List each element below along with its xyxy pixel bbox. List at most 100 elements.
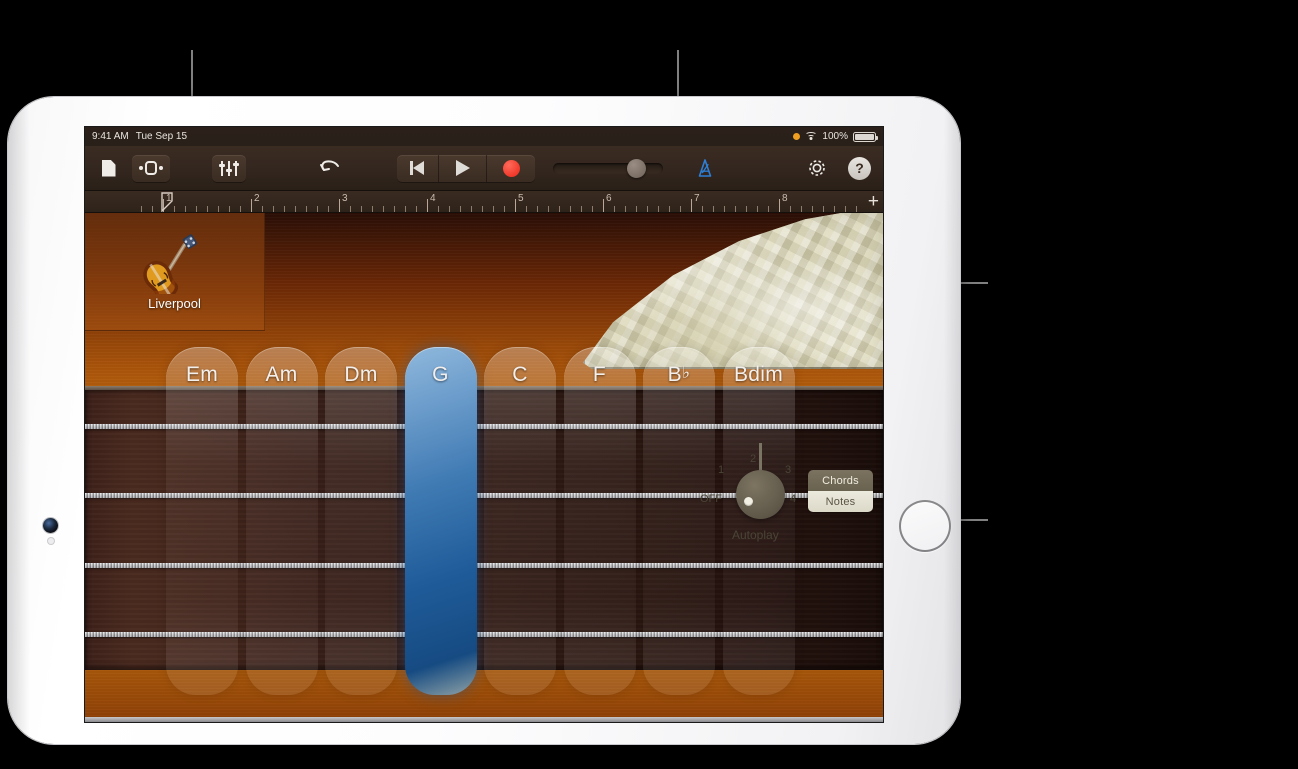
wifi-icon: [805, 132, 818, 141]
chord-strip-bb[interactable]: B♭: [643, 347, 715, 695]
autoplay-position-off[interactable]: OFF: [700, 493, 722, 505]
ruler-subdivision-tick: [317, 206, 318, 212]
question-mark-icon: ?: [855, 160, 864, 176]
ruler-subdivision-tick: [460, 206, 461, 212]
ruler-subdivision-tick: [504, 206, 505, 212]
ruler-subdivision-tick: [372, 206, 373, 212]
mixer-button[interactable]: [212, 154, 246, 182]
ruler-subdivision-tick: [526, 206, 527, 212]
ruler-subdivision-tick: [570, 206, 571, 212]
ruler-subdivision-tick: [680, 206, 681, 212]
status-bar: 9:41 AM Tue Sep 15 100%: [85, 127, 883, 146]
ruler-subdivision-tick: [471, 206, 472, 212]
ipad-screen: 9:41 AM Tue Sep 15 100% ? 1 2 3 4 5 6 7 …: [85, 127, 883, 722]
ruler-subdivision-tick: [614, 206, 615, 212]
ruler-bar-number: 7: [694, 193, 700, 204]
document-icon: [101, 159, 116, 177]
ruler-subdivision-tick: [449, 206, 450, 212]
ruler-subdivision-tick: [262, 206, 263, 212]
autoplay-position-1[interactable]: 1: [718, 464, 724, 476]
toggle-option-notes[interactable]: Notes: [808, 491, 873, 512]
undo-button[interactable]: [314, 155, 345, 182]
ruler-subdivision-tick: [647, 206, 648, 212]
ruler-bar-number: 5: [518, 193, 524, 204]
ruler-subdivision-tick: [383, 206, 384, 212]
chord-strip-c[interactable]: C: [484, 347, 556, 695]
touch-instrument-area: Em Am Dm G C F B♭ Bdim Liverpool OFF 1 2…: [85, 213, 883, 722]
autoplay-knob-stem: [759, 443, 762, 473]
volume-slider-thumb[interactable]: [627, 158, 646, 178]
ruler-subdivision-tick: [328, 206, 329, 212]
timeline-ruler[interactable]: 12345678 +: [85, 191, 883, 213]
status-bar-date: Tue Sep 15: [135, 131, 188, 142]
status-bar-time: 9:41 AM: [92, 131, 129, 142]
ruler-subdivision-tick: [229, 206, 230, 212]
ambient-light-sensor-icon: [48, 538, 54, 544]
rewind-button[interactable]: [397, 154, 439, 182]
ruler-subdivision-tick: [559, 206, 560, 212]
ruler-bar-number: 8: [782, 193, 788, 204]
master-volume-slider[interactable]: [553, 158, 663, 178]
ruler-bar-tick: [339, 199, 340, 212]
ruler-subdivision-tick: [724, 206, 725, 212]
ruler-subdivision-tick: [581, 206, 582, 212]
gear-icon: [807, 158, 827, 178]
ruler-subdivision-tick: [482, 206, 483, 212]
help-button[interactable]: ?: [848, 156, 871, 180]
playhead-marker[interactable]: [161, 192, 173, 212]
metronome-button[interactable]: [689, 155, 720, 182]
ruler-bar-tick: [691, 199, 692, 212]
chord-strip-f[interactable]: F: [563, 347, 636, 695]
play-button[interactable]: [439, 154, 487, 182]
ruler-subdivision-tick: [207, 206, 208, 212]
ruler-subdivision-tick: [702, 206, 703, 212]
battery-percent-label: 100%: [822, 131, 848, 142]
ruler-subdivision-tick: [438, 206, 439, 212]
chord-strip-label: F: [592, 363, 607, 386]
chord-strip-dm[interactable]: Dm: [325, 347, 397, 695]
ruler-subdivision-tick: [845, 206, 846, 212]
ruler-subdivision-tick: [768, 206, 769, 212]
ruler-bar-number: 6: [606, 193, 612, 204]
orange-dot-icon: [793, 133, 801, 140]
ruler-subdivision-tick: [735, 206, 736, 212]
autoplay-knob[interactable]: [736, 470, 785, 519]
chord-strip-g[interactable]: G: [404, 347, 477, 695]
ruler-bar-tick: [779, 199, 780, 212]
record-button[interactable]: [487, 155, 535, 182]
autoplay-position-4[interactable]: 4: [790, 493, 796, 505]
ruler-subdivision-tick: [812, 206, 813, 212]
ruler-bar-tick: [515, 199, 516, 212]
settings-button[interactable]: [801, 155, 832, 182]
ruler-bar-tick: [603, 199, 604, 212]
autoplay-position-3[interactable]: 3: [785, 464, 791, 476]
violin-bass-icon: [139, 232, 211, 300]
ruler-bar-number: 3: [342, 193, 348, 204]
chord-strip-label: G: [432, 363, 449, 386]
track-header[interactable]: Liverpool: [85, 213, 265, 331]
navigation-button[interactable]: [93, 155, 124, 182]
chords-notes-toggle[interactable]: Chords Notes: [808, 470, 873, 512]
autoplay-position-2[interactable]: 2: [750, 453, 756, 465]
ruler-subdivision-tick: [548, 206, 549, 212]
ruler-subdivision-tick: [405, 206, 406, 212]
play-icon: [455, 160, 470, 176]
ruler-subdivision-tick: [592, 206, 593, 212]
ruler-subdivision-tick: [240, 206, 241, 212]
ruler-bar-number: 2: [254, 193, 260, 204]
ruler-subdivision-tick: [757, 206, 758, 212]
ruler-subdivision-tick: [295, 206, 296, 212]
chord-strip-em[interactable]: Em: [166, 347, 238, 695]
ruler-subdivision-tick: [152, 206, 153, 212]
main-toolbar: ?: [85, 146, 883, 191]
ruler-subdivision-tick: [416, 206, 417, 212]
loop-browser-button[interactable]: [132, 154, 170, 182]
home-button[interactable]: [899, 500, 951, 552]
chord-strip-am[interactable]: Am: [245, 347, 318, 695]
ruler-bar-number: 4: [430, 193, 436, 204]
ruler-subdivision-tick: [625, 206, 626, 212]
add-track-button[interactable]: +: [868, 192, 879, 211]
ruler-subdivision-tick: [185, 206, 186, 212]
chord-strip-bdim[interactable]: Bdim: [722, 347, 795, 695]
toggle-option-chords[interactable]: Chords: [808, 470, 873, 491]
